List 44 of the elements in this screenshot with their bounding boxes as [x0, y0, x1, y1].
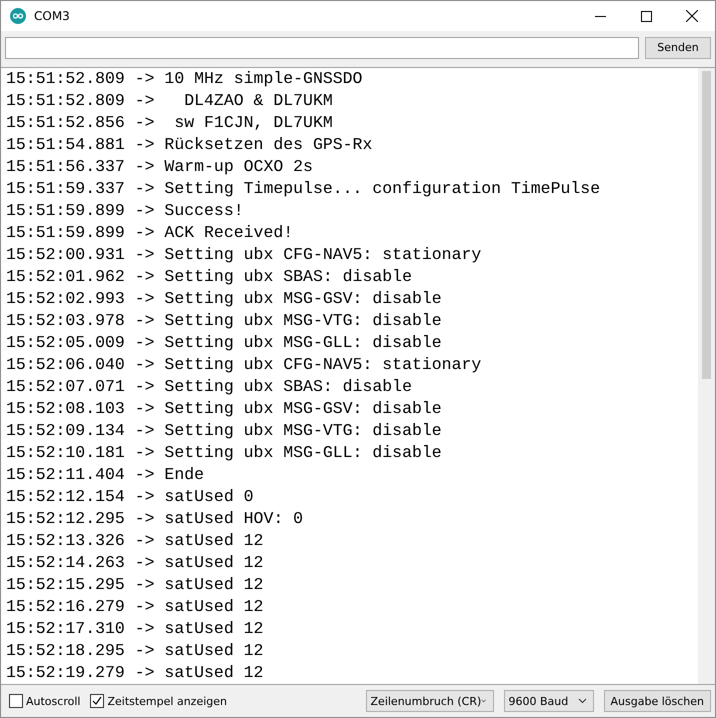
output-line: 15:51:56.337 -> Warm-up OCXO 2s: [6, 156, 313, 178]
caret-icon: [481, 698, 487, 704]
output-line: 15:52:17.310 -> satUsed 12: [6, 618, 264, 640]
output-line: 15:52:06.040 -> Setting ubx CFG-NAV5: stationary: [6, 354, 482, 376]
output-line: 15:52:05.009 -> Setting ubx MSG-GLL: disable: [6, 332, 442, 354]
output-line: 15:52:18.295 -> satUsed 12: [6, 640, 264, 662]
output-line: 15:51:59.337 -> Setting Timepulse... configuration TimePulse: [6, 178, 600, 200]
output-line: 15:51:52.809 -> 10 MHz simple-GNSSDO: [6, 68, 362, 90]
clear-output-button[interactable]: Ausgabe löschen: [604, 690, 711, 712]
output-line: 15:51:54.881 -> Rücksetzen des GPS-Rx: [6, 134, 372, 156]
output-line: 15:52:03.978 -> Setting ubx MSG-VTG: disable: [6, 310, 442, 332]
output-line: 15:51:59.899 -> Success!: [6, 200, 244, 222]
checkbox-label: Autoscroll: [26, 694, 80, 708]
output-line: 15:51:59.899 -> ACK Received!: [6, 222, 294, 244]
scrollbar[interactable]: [698, 68, 715, 684]
output-line: 15:52:13.326 -> satUsed 12: [6, 530, 264, 552]
output-line: 15:52:16.279 -> satUsed 12: [6, 596, 264, 618]
output-line: 15:52:09.134 -> Setting ubx MSG-VTG: disable: [6, 420, 442, 442]
output-line: 15:52:07.071 -> Setting ubx SBAS: disable: [6, 376, 412, 398]
send-button[interactable]: Senden: [645, 36, 711, 58]
checkbox-label: Zeitstempel anzeigen: [107, 694, 227, 708]
window-title: COM3: [34, 9, 71, 23]
output-line: 15:52:14.263 -> satUsed 12: [6, 552, 264, 574]
output-line: 15:52:02.993 -> Setting ubx MSG-GSV: disable: [6, 288, 442, 310]
output-line: 15:52:15.295 -> satUsed 12: [6, 574, 264, 596]
output-line: 15:52:19.279 -> satUsed 12: [6, 662, 264, 684]
app-logo-icon: [10, 8, 26, 24]
input-field[interactable]: [5, 36, 639, 58]
output-line: 15:52:00.931 -> Setting ubx CFG-NAV5: stationary: [6, 244, 482, 266]
output-line: 15:51:52.856 -> sw F1CJN, DL7UKM: [6, 112, 333, 134]
output-line: 15:52:11.404 -> Ende: [6, 464, 204, 486]
output-line: 15:52:12.295 -> satUsed HOV: 0: [6, 508, 304, 530]
output-line: 15:51:52.809 -> DL4ZAO & DL7UKM: [6, 90, 333, 112]
caret-icon: [578, 698, 587, 704]
close-icon: [686, 10, 698, 22]
output-line: 15:52:08.103 -> Setting ubx MSG-GSV: disable: [6, 398, 442, 420]
line-ending-dropdown[interactable]: Zeilenumbruch (CR): [366, 690, 494, 712]
checkbox[interactable]: [9, 694, 23, 708]
output-line: 15:52:01.962 -> Setting ubx SBAS: disable: [6, 266, 412, 288]
output-line: 15:52:12.154 -> satUsed 0: [6, 486, 254, 508]
checkbox[interactable]: [90, 694, 104, 708]
maximize-icon: [640, 10, 652, 22]
baud-rate-dropdown[interactable]: 9600 Baud: [504, 690, 594, 712]
output-line: 15:52:10.181 -> Setting ubx MSG-GLL: disable: [6, 442, 442, 464]
